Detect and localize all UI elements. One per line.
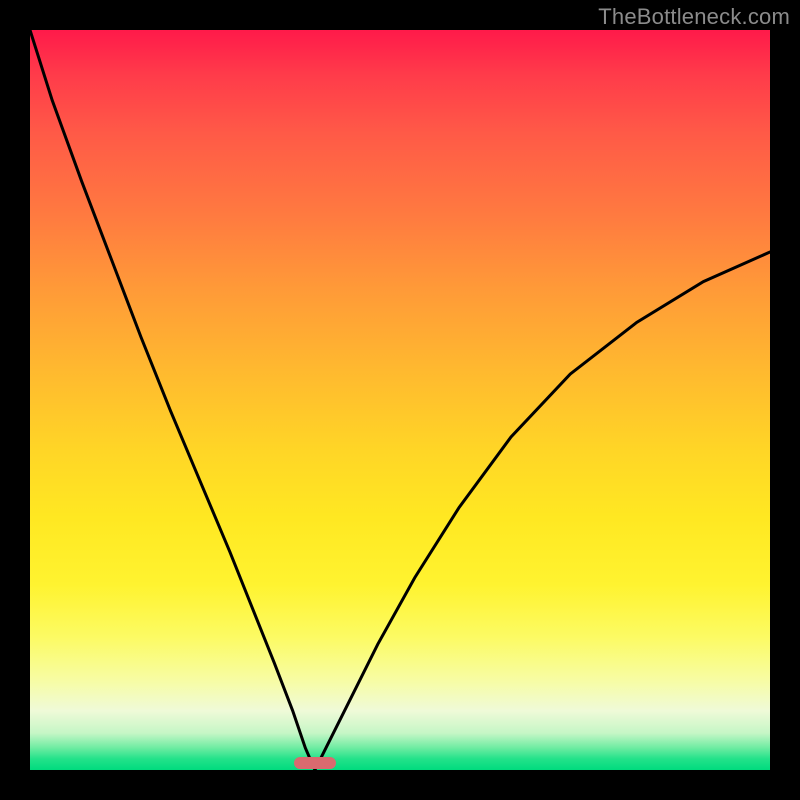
plot-area [30, 30, 770, 770]
watermark-text: TheBottleneck.com [598, 4, 790, 30]
bottleneck-curve [30, 30, 770, 770]
chart-frame: TheBottleneck.com [0, 0, 800, 800]
minimum-marker [294, 757, 336, 769]
curve-path [30, 30, 770, 770]
